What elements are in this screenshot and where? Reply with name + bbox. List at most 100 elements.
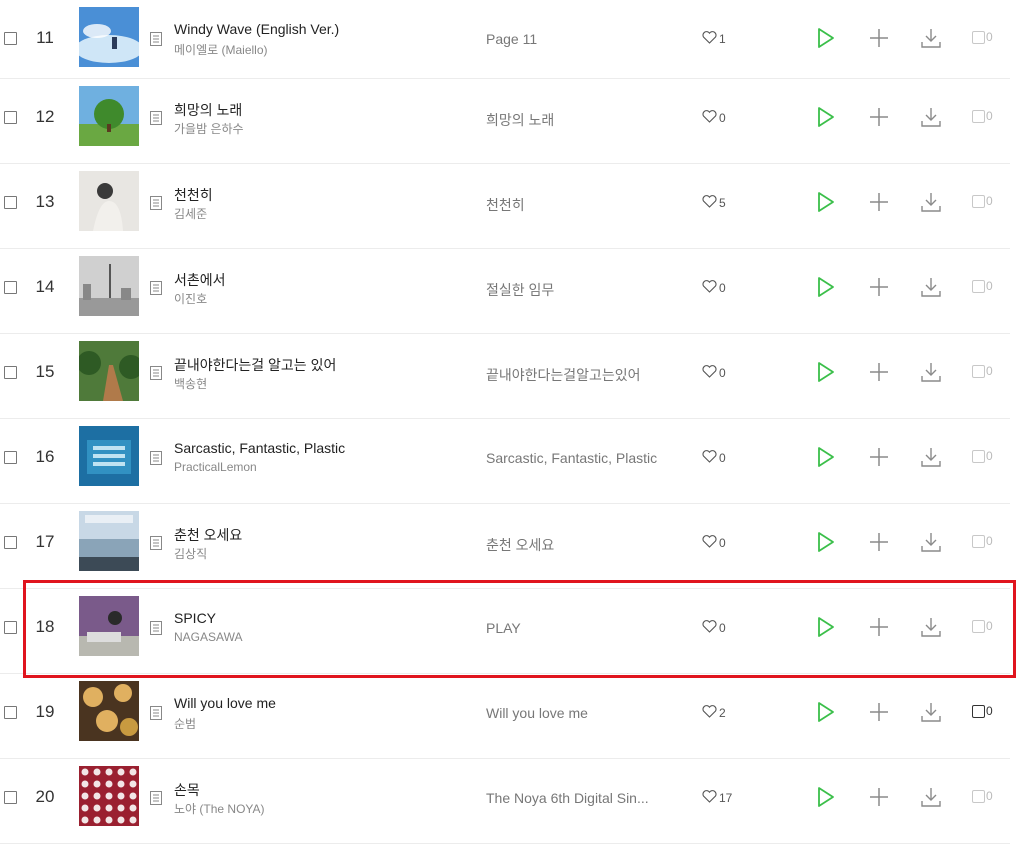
play-icon[interactable]: [813, 615, 837, 639]
album-name[interactable]: The Noya 6th Digital Sin...: [486, 790, 649, 806]
vote-checkbox[interactable]: 0: [972, 279, 993, 293]
lyrics-doc-icon[interactable]: [150, 366, 162, 380]
download-icon[interactable]: [919, 105, 943, 129]
vote-checkbox[interactable]: 0: [972, 30, 993, 44]
row-select-checkbox[interactable]: [4, 111, 17, 124]
row-select-checkbox[interactable]: [4, 791, 17, 804]
like-button[interactable]: 0: [702, 110, 726, 126]
play-icon[interactable]: [813, 190, 837, 214]
artist-name[interactable]: 메이엘로 (Maiello): [174, 41, 268, 58]
artist-name[interactable]: 백송현: [174, 375, 207, 392]
artist-name[interactable]: PracticalLemon: [174, 460, 257, 474]
song-title[interactable]: Sarcastic, Fantastic, Plastic: [174, 440, 345, 456]
plus-icon[interactable]: [867, 26, 891, 50]
download-icon[interactable]: [919, 700, 943, 724]
vote-checkbox[interactable]: 0: [972, 704, 993, 718]
album-name[interactable]: PLAY: [486, 620, 521, 636]
artist-name[interactable]: 김상직: [174, 545, 207, 562]
vote-checkbox[interactable]: 0: [972, 619, 993, 633]
song-title[interactable]: 춘천 오세요: [174, 525, 242, 545]
download-icon[interactable]: [919, 530, 943, 554]
plus-icon[interactable]: [867, 615, 891, 639]
vote-checkbox[interactable]: 0: [972, 534, 993, 548]
song-title[interactable]: Will you love me: [174, 695, 276, 711]
plus-icon[interactable]: [867, 700, 891, 724]
song-title[interactable]: 희망의 노래: [174, 100, 242, 120]
lyrics-doc-icon[interactable]: [150, 281, 162, 295]
album-art[interactable]: [79, 596, 139, 656]
row-select-checkbox[interactable]: [4, 196, 17, 209]
artist-name[interactable]: 노야 (The NOYA): [174, 800, 265, 817]
like-button[interactable]: 0: [702, 535, 726, 551]
lyrics-doc-icon[interactable]: [150, 791, 162, 805]
download-icon[interactable]: [919, 190, 943, 214]
like-button[interactable]: 1: [702, 31, 726, 47]
album-art[interactable]: [79, 256, 139, 316]
play-icon[interactable]: [813, 360, 837, 384]
play-icon[interactable]: [813, 26, 837, 50]
artist-name[interactable]: 이진호: [174, 290, 207, 307]
like-button[interactable]: 0: [702, 620, 726, 636]
album-name[interactable]: 춘천 오세요: [486, 535, 554, 555]
play-icon[interactable]: [813, 785, 837, 809]
download-icon[interactable]: [919, 785, 943, 809]
song-title[interactable]: 천천히: [174, 185, 213, 205]
lyrics-doc-icon[interactable]: [150, 706, 162, 720]
play-icon[interactable]: [813, 275, 837, 299]
like-button[interactable]: 0: [702, 280, 726, 296]
plus-icon[interactable]: [867, 275, 891, 299]
plus-icon[interactable]: [867, 445, 891, 469]
album-art[interactable]: [79, 511, 139, 571]
play-icon[interactable]: [813, 700, 837, 724]
download-icon[interactable]: [919, 360, 943, 384]
like-button[interactable]: 0: [702, 365, 726, 381]
plus-icon[interactable]: [867, 530, 891, 554]
song-title[interactable]: SPICY: [174, 610, 216, 626]
like-button[interactable]: 0: [702, 450, 726, 466]
row-select-checkbox[interactable]: [4, 536, 17, 549]
album-art[interactable]: [79, 681, 139, 741]
play-icon[interactable]: [813, 530, 837, 554]
album-name[interactable]: Page 11: [486, 31, 537, 47]
album-art[interactable]: [79, 426, 139, 486]
row-select-checkbox[interactable]: [4, 366, 17, 379]
album-art[interactable]: [79, 86, 139, 146]
row-select-checkbox[interactable]: [4, 706, 17, 719]
vote-checkbox[interactable]: 0: [972, 194, 993, 208]
album-art[interactable]: [79, 7, 139, 67]
album-name[interactable]: 절실한 임무: [486, 280, 554, 300]
like-button[interactable]: 17: [702, 790, 732, 806]
artist-name[interactable]: 김세준: [174, 205, 207, 222]
song-title[interactable]: Windy Wave (English Ver.): [174, 21, 339, 37]
album-name[interactable]: 끝내야한다는걸알고는있어: [486, 365, 641, 385]
play-icon[interactable]: [813, 105, 837, 129]
album-name[interactable]: Sarcastic, Fantastic, Plastic: [486, 450, 657, 466]
lyrics-doc-icon[interactable]: [150, 621, 162, 635]
row-select-checkbox[interactable]: [4, 32, 17, 45]
download-icon[interactable]: [919, 615, 943, 639]
row-select-checkbox[interactable]: [4, 281, 17, 294]
lyrics-doc-icon[interactable]: [150, 451, 162, 465]
album-art[interactable]: [79, 766, 139, 826]
lyrics-doc-icon[interactable]: [150, 196, 162, 210]
row-select-checkbox[interactable]: [4, 621, 17, 634]
download-icon[interactable]: [919, 26, 943, 50]
lyrics-doc-icon[interactable]: [150, 111, 162, 125]
lyrics-doc-icon[interactable]: [150, 536, 162, 550]
vote-checkbox[interactable]: 0: [972, 789, 993, 803]
song-title[interactable]: 서촌에서: [174, 270, 226, 290]
artist-name[interactable]: 순범: [174, 715, 196, 732]
album-name[interactable]: 천천히: [486, 195, 525, 215]
vote-checkbox[interactable]: 0: [972, 109, 993, 123]
like-button[interactable]: 5: [702, 195, 726, 211]
download-icon[interactable]: [919, 275, 943, 299]
album-name[interactable]: Will you love me: [486, 705, 588, 721]
plus-icon[interactable]: [867, 785, 891, 809]
lyrics-doc-icon[interactable]: [150, 32, 162, 46]
album-name[interactable]: 희망의 노래: [486, 110, 554, 130]
plus-icon[interactable]: [867, 190, 891, 214]
plus-icon[interactable]: [867, 360, 891, 384]
artist-name[interactable]: NAGASAWA: [174, 630, 242, 644]
album-art[interactable]: [79, 171, 139, 231]
vote-checkbox[interactable]: 0: [972, 449, 993, 463]
